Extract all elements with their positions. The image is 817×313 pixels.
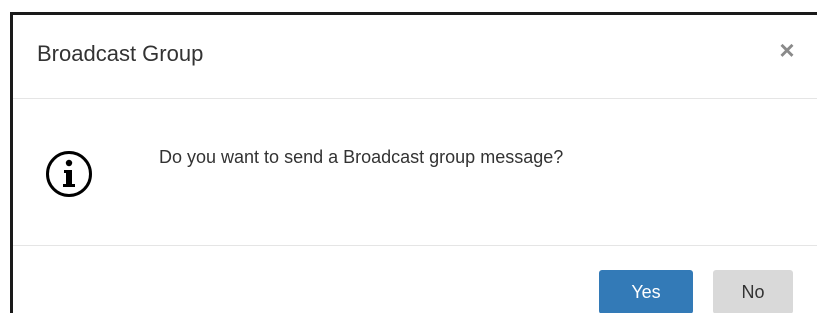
dialog-message: Do you want to send a Broadcast group me… [159,147,564,167]
dialog-footer: Yes No [13,246,817,313]
broadcast-group-dialog: Broadcast Group × Do you want to send a … [10,14,817,313]
screen: Broadcast Group × Do you want to send a … [0,0,817,313]
yes-button[interactable]: Yes [599,270,693,313]
dialog-header: Broadcast Group × [13,15,817,99]
no-button[interactable]: No [713,270,793,313]
dialog-title: Broadcast Group [37,41,204,66]
dialog-body: Do you want to send a Broadcast group me… [13,99,817,246]
close-button[interactable]: × [773,35,801,65]
info-circle-icon [46,151,92,197]
